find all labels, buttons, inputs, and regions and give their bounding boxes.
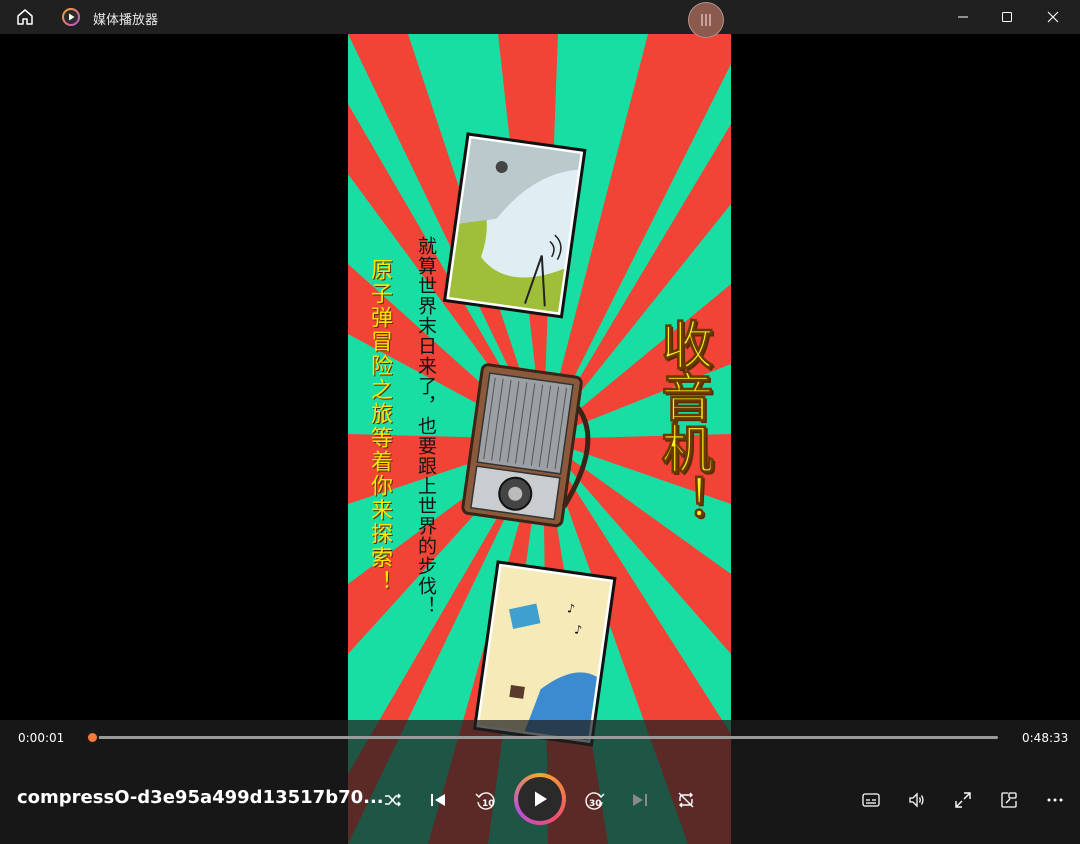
play-button-face xyxy=(518,777,562,821)
minimize-icon xyxy=(958,16,968,18)
fullscreen-button[interactable] xyxy=(946,783,980,817)
media-title: compressO-d3e95a499d13517b70... xyxy=(17,787,384,808)
captions-button[interactable] xyxy=(854,783,888,817)
more-options-icon xyxy=(1047,798,1063,802)
current-time: 0:00:01 xyxy=(18,731,65,745)
mini-player-button[interactable] xyxy=(992,783,1026,817)
previous-button[interactable] xyxy=(421,783,455,817)
media-player-icon xyxy=(62,8,80,26)
window-title: 媒体播放器 xyxy=(93,13,159,28)
volume-icon xyxy=(909,792,924,808)
previous-icon xyxy=(431,794,445,806)
skip-back-button[interactable]: 10 xyxy=(468,783,502,817)
next-button[interactable] xyxy=(623,783,657,817)
mini-player-icon xyxy=(1001,792,1017,808)
minimize-button[interactable] xyxy=(940,0,986,34)
repeat-button[interactable] xyxy=(669,783,703,817)
video-headline: 收音机！ xyxy=(652,318,713,527)
home-button[interactable] xyxy=(10,4,40,30)
pause-icon xyxy=(701,14,711,26)
maximize-button[interactable] xyxy=(984,0,1030,34)
close-button[interactable] xyxy=(1030,0,1076,34)
maximize-icon xyxy=(1002,12,1012,22)
repeat-icon xyxy=(678,792,694,808)
seek-thumb[interactable] xyxy=(85,730,99,744)
shuffle-icon xyxy=(385,793,401,807)
fullscreen-icon xyxy=(955,792,971,808)
skip-forward-button[interactable]: 30 xyxy=(578,783,612,817)
shuffle-button[interactable] xyxy=(376,783,410,817)
seek-bar[interactable] xyxy=(92,736,998,739)
skip-back-seconds: 10 xyxy=(482,799,495,809)
close-icon xyxy=(1047,11,1059,23)
play-icon xyxy=(535,791,547,807)
title-bar: 媒体播放器 xyxy=(0,0,1080,34)
video-subtext: 就算世界末日来了，也要跟上世界的步伐！ xyxy=(415,236,437,616)
skip-forward-seconds: 30 xyxy=(589,799,602,809)
play-button[interactable] xyxy=(514,773,566,825)
more-options-button[interactable] xyxy=(1038,783,1072,817)
pause-indicator[interactable] xyxy=(688,2,724,38)
total-duration: 0:48:33 xyxy=(1022,731,1069,745)
volume-button[interactable] xyxy=(900,783,934,817)
captions-icon xyxy=(862,793,880,807)
video-tagline: 原子弹冒险之旅等着你来探索！ xyxy=(367,258,392,594)
home-icon xyxy=(17,9,33,25)
next-icon xyxy=(633,794,647,806)
